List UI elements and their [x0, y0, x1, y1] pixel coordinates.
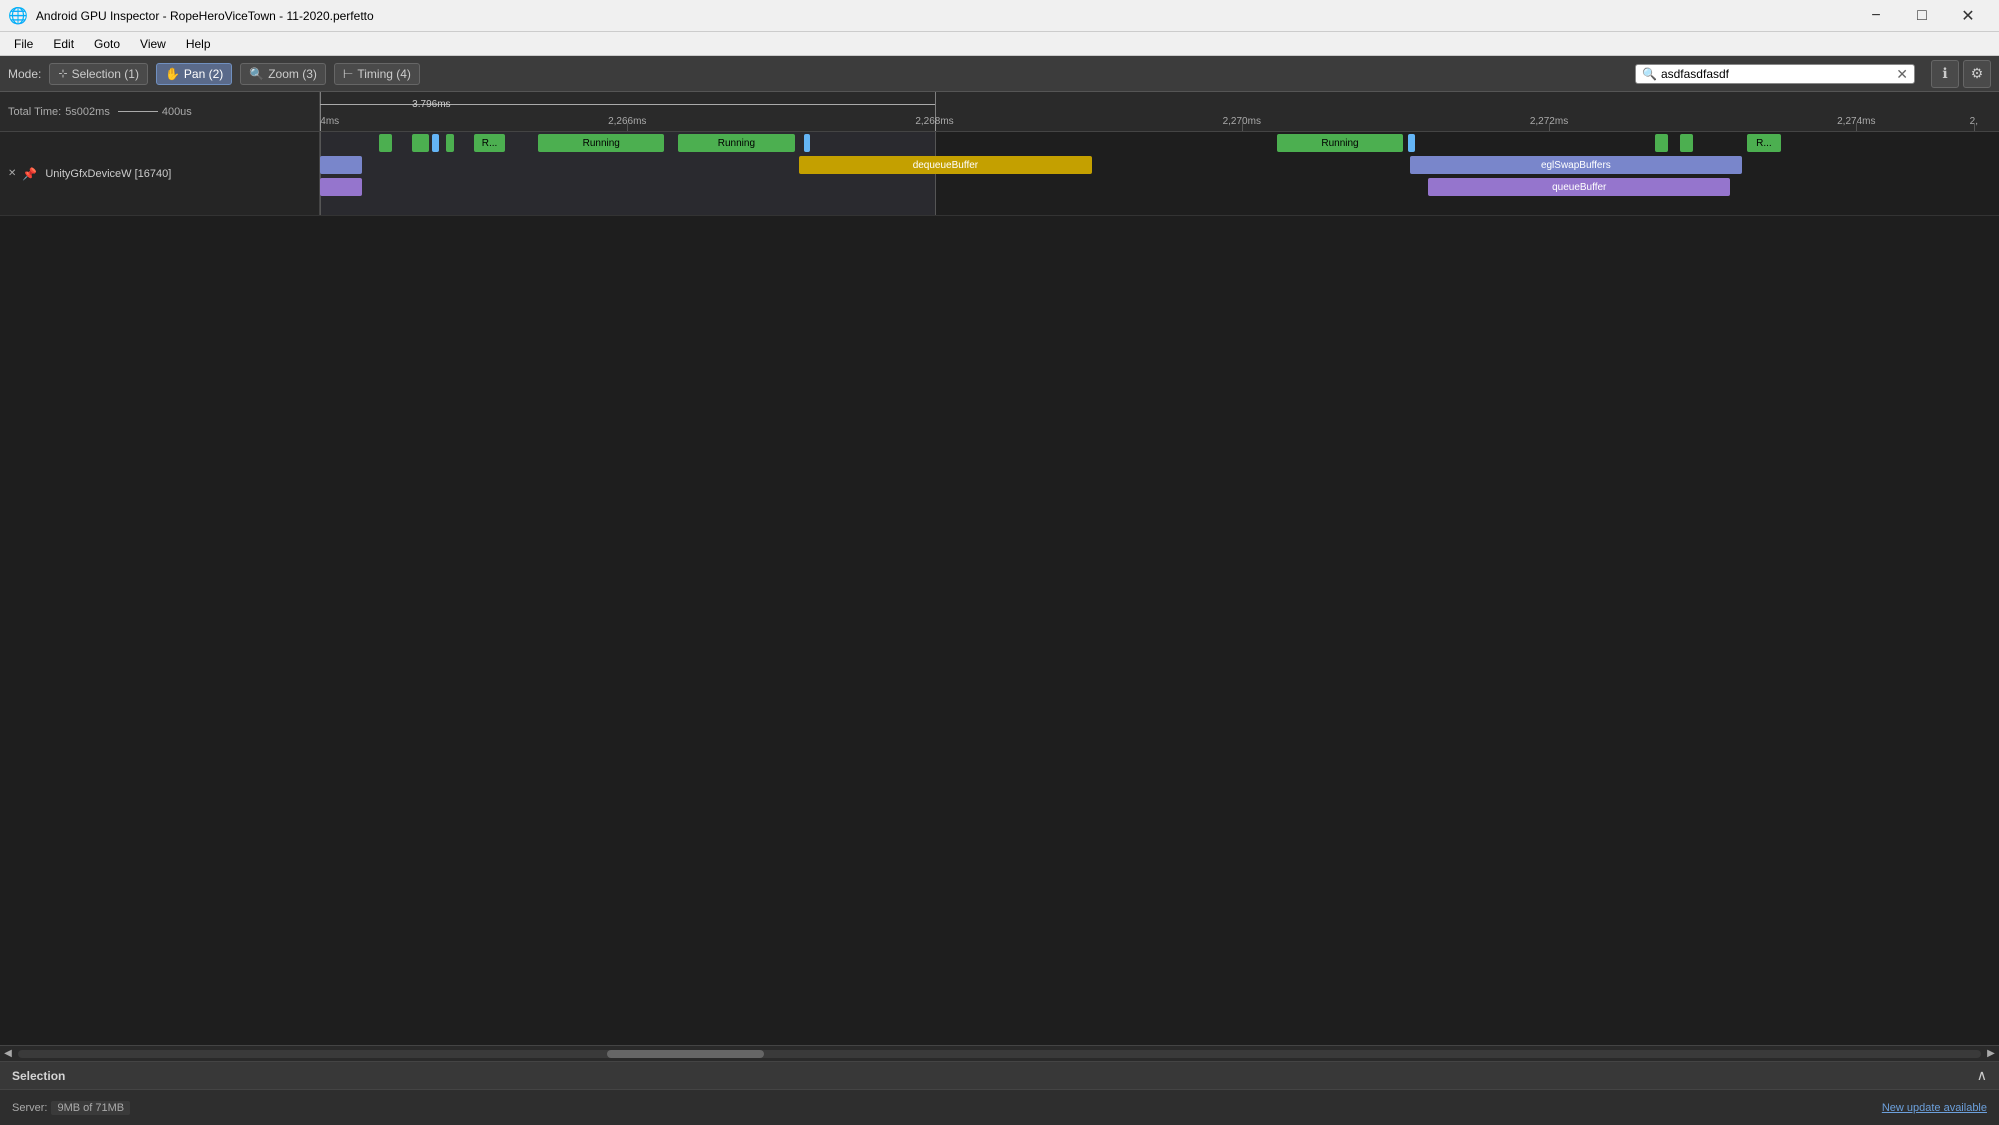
bottom-panel: Selection ∧ Server: 9MB of 71MB New upda… — [0, 1061, 1999, 1125]
timeline-container: Total Time: 5s002ms 400us 2,264ms2,266ms… — [0, 92, 1999, 1045]
track-area: ✕ 📌 UnityGfxDeviceW [16740] R... Running Ru… — [0, 132, 1999, 1045]
ruler-tick — [1856, 123, 1857, 131]
ruler-tick — [1549, 123, 1550, 131]
update-link[interactable]: New update available — [1882, 1102, 1987, 1114]
mode-pan-label: Pan (2) — [184, 67, 223, 81]
flame-segment[interactable]: R... — [1747, 134, 1781, 152]
track-canvas: R... Running Running Running R... dequeueBuff… — [320, 132, 1999, 215]
scale-value: 400us — [162, 106, 192, 118]
search-input[interactable] — [1661, 67, 1896, 81]
flame-segment[interactable]: Running — [678, 134, 796, 152]
server-value: 9MB of 71MB — [51, 1101, 130, 1115]
scale-line — [118, 111, 158, 112]
selection-span-text: 3.796ms — [412, 99, 450, 110]
scroll-right-button[interactable]: ▶ — [1983, 1046, 1999, 1062]
info-button[interactable]: ℹ — [1931, 60, 1959, 88]
mode-timing-label: Timing (4) — [357, 67, 411, 81]
flame-segment[interactable] — [804, 134, 811, 152]
selection-title: Selection — [12, 1069, 65, 1083]
flame-segment[interactable] — [446, 134, 454, 152]
maximize-button[interactable]: □ — [1899, 0, 1945, 32]
track-pin-icon[interactable]: 📌 — [22, 167, 37, 181]
mode-bar: Mode: ⊹ Selection (1) ✋ Pan (2) 🔍 Zoom (… — [0, 56, 1999, 92]
bottom-panel-body: Server: 9MB of 71MB New update available — [0, 1090, 1999, 1125]
server-label: Server: — [12, 1102, 47, 1114]
selection-span: 3.796ms — [320, 104, 935, 105]
track-name: UnityGfxDeviceW [16740] — [45, 168, 171, 180]
scrollbar-thumb[interactable] — [607, 1050, 764, 1058]
search-icon: 🔍 — [1642, 67, 1657, 81]
flame-segment[interactable] — [412, 134, 429, 152]
selection-icon: ⊹ — [58, 67, 67, 80]
mode-zoom-button[interactable]: 🔍 Zoom (3) — [240, 63, 326, 85]
menu-bar: File Edit Goto View Help — [0, 32, 1999, 56]
flame-segment[interactable]: Running — [538, 134, 664, 152]
mode-selection-label: Selection (1) — [72, 67, 139, 81]
menu-edit[interactable]: Edit — [43, 35, 84, 53]
flame-segment[interactable]: eglSwapBuffers — [1410, 156, 1742, 174]
ruler-tick — [1242, 123, 1243, 131]
selection-end-marker — [935, 92, 936, 131]
timing-icon: ⊢ — [343, 67, 353, 81]
ruler-left-panel: Total Time: 5s002ms 400us — [0, 92, 320, 131]
search-wrapper: 🔍 ✕ — [1635, 64, 1915, 84]
zoom-icon: 🔍 — [249, 67, 264, 81]
scrollbar-track[interactable] — [18, 1050, 1981, 1058]
scale-indicator: 400us — [118, 106, 192, 118]
settings-button[interactable]: ⚙ — [1963, 60, 1991, 88]
mode-label: Mode: — [8, 67, 41, 81]
selection-start-marker — [320, 92, 321, 131]
menu-view[interactable]: View — [130, 35, 176, 53]
empty-track-area — [0, 216, 1999, 1045]
track-label: ✕ 📌 UnityGfxDeviceW [16740] — [0, 132, 320, 215]
menu-help[interactable]: Help — [176, 35, 221, 53]
flame-segment[interactable] — [1655, 134, 1668, 152]
pan-icon: ✋ — [165, 67, 180, 81]
flame-segment[interactable]: Running — [1277, 134, 1403, 152]
server-info: Server: 9MB of 71MB — [12, 1101, 130, 1115]
flame-segment[interactable] — [1680, 134, 1693, 152]
menu-goto[interactable]: Goto — [84, 35, 130, 53]
total-time-label: Total Time: — [8, 106, 61, 118]
title-bar: 🌐 Android GPU Inspector - RopeHeroViceTo… — [0, 0, 1999, 32]
total-time-value: 5s002ms — [65, 106, 110, 118]
ruler-tick — [1974, 123, 1975, 131]
flame-segment[interactable] — [1408, 134, 1415, 152]
app-icon: 🌐 — [8, 6, 28, 26]
mode-zoom-label: Zoom (3) — [268, 67, 317, 81]
flame-segment[interactable] — [320, 178, 362, 196]
window-title: Android GPU Inspector - RopeHeroViceTown… — [36, 9, 374, 23]
close-button[interactable]: ✕ — [1945, 0, 1991, 32]
track-expand-icon[interactable]: ✕ — [8, 168, 16, 179]
time-label: 2,264ms — [320, 116, 339, 127]
flame-segment[interactable] — [432, 134, 439, 152]
mode-selection-button[interactable]: ⊹ Selection (1) — [49, 63, 148, 85]
flame-segment[interactable]: dequeueBuffer — [799, 156, 1093, 174]
flame-segment[interactable] — [320, 156, 362, 174]
flame-segment[interactable]: queueBuffer — [1428, 178, 1730, 196]
minimize-button[interactable]: − — [1853, 0, 1899, 32]
scroll-left-button[interactable]: ◀ — [0, 1046, 16, 1062]
collapse-button[interactable]: ∧ — [1977, 1067, 1987, 1084]
mode-pan-button[interactable]: ✋ Pan (2) — [156, 63, 232, 85]
time-ruler: Total Time: 5s002ms 400us 2,264ms2,266ms… — [0, 92, 1999, 132]
track-row: ✕ 📌 UnityGfxDeviceW [16740] R... Running Ru… — [0, 132, 1999, 216]
flame-segment[interactable]: R... — [474, 134, 504, 152]
scrollbar-area: ◀ ▶ — [0, 1045, 1999, 1061]
flame-segment[interactable] — [379, 134, 392, 152]
menu-file[interactable]: File — [4, 35, 43, 53]
search-clear-button[interactable]: ✕ — [1896, 67, 1908, 81]
ruler-tick — [627, 123, 628, 131]
ruler-right-panel: 2,264ms2,266ms2,268ms2,270ms2,272ms2,274… — [320, 92, 1999, 131]
mode-timing-button[interactable]: ⊢ Timing (4) — [334, 63, 420, 85]
bottom-panel-header: Selection ∧ — [0, 1062, 1999, 1090]
